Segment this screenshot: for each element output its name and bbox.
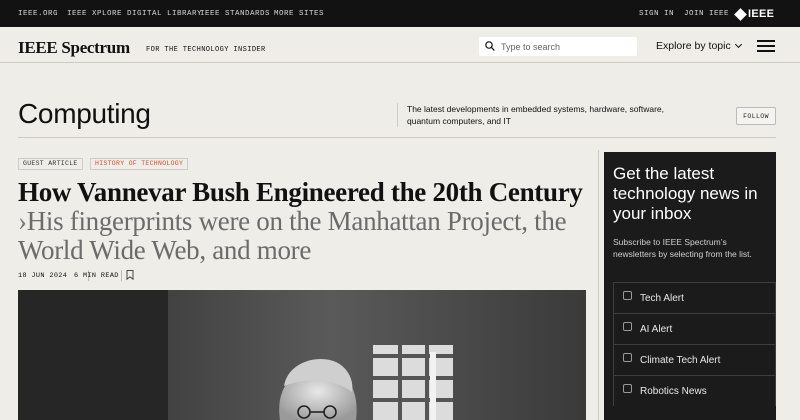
newsletter-option-robotics-news[interactable]: Robotics News xyxy=(613,375,776,406)
top-bar: IEEE.ORG IEEE XPLORE DIGITAL LIBRARY IEE… xyxy=(0,0,800,27)
link-ieee-org[interactable]: IEEE.ORG xyxy=(18,10,58,18)
ieee-logo-text: IEEE xyxy=(748,8,775,20)
ieee-diamond-icon xyxy=(734,7,747,21)
article-date: 18 JUN 2024 xyxy=(18,272,68,280)
article-title: How Vannevar Bush Engineered the 20th Ce… xyxy=(18,177,583,207)
follow-button[interactable]: FOLLOW xyxy=(736,107,776,125)
option-label: AI Alert xyxy=(640,323,673,335)
bookmark-icon[interactable] xyxy=(126,270,134,280)
option-label: Climate Tech Alert xyxy=(640,354,721,366)
sidebar-divider xyxy=(598,150,599,420)
checkbox[interactable] xyxy=(623,290,632,300)
checkbox[interactable] xyxy=(623,321,632,331)
article-headline[interactable]: How Vannevar Bush Engineered the 20th Ce… xyxy=(18,178,588,265)
spectrum-logo[interactable]: IEEE Spectrum xyxy=(18,38,130,58)
search-icon xyxy=(485,41,495,51)
site-header: IEEE Spectrum FOR THE TECHNOLOGY INSIDER… xyxy=(0,27,800,63)
tag-guest-article[interactable]: GUEST ARTICLE xyxy=(18,158,83,170)
newsletter-title: Get the latest technology news in your i… xyxy=(613,164,758,223)
explore-by-topic-dropdown[interactable]: Explore by topic xyxy=(656,40,742,52)
article-dek: His fingerprints were on the Manhattan P… xyxy=(18,206,567,265)
article-read-time: 6 MIN READ xyxy=(74,272,119,280)
site-tagline: FOR THE TECHNOLOGY INSIDER xyxy=(146,46,266,54)
checkbox[interactable] xyxy=(623,383,632,393)
option-label: Robotics News xyxy=(640,385,707,397)
meta-divider xyxy=(121,270,122,281)
option-label: Tech Alert xyxy=(640,292,684,304)
link-ieee-xplore[interactable]: IEEE XPLORE DIGITAL LIBRARY xyxy=(67,10,202,18)
section-title: Computing xyxy=(18,98,151,129)
link-more-sites[interactable]: MORE SITES xyxy=(274,10,324,18)
newsletter-option-ai-alert[interactable]: AI Alert xyxy=(613,313,776,344)
section-divider xyxy=(18,137,776,138)
join-ieee-link[interactable]: JOIN IEEE xyxy=(684,10,729,18)
hero-photo xyxy=(18,290,586,420)
search-input[interactable] xyxy=(501,39,631,54)
newsletter-options: Tech Alert AI Alert Climate Tech Alert R… xyxy=(613,282,776,406)
hamburger-icon[interactable] xyxy=(757,40,775,52)
headline-separator: › xyxy=(18,206,27,236)
tag-history-of-technology[interactable]: HISTORY OF TECHNOLOGY xyxy=(90,158,189,170)
sign-in-link[interactable]: SIGN IN xyxy=(639,10,674,18)
checkbox[interactable] xyxy=(623,352,632,362)
section-description: The latest developments in embedded syst… xyxy=(397,103,697,127)
ieee-logo[interactable]: IEEE xyxy=(734,7,775,21)
explore-label: Explore by topic xyxy=(656,40,731,52)
link-ieee-standards[interactable]: IEEE STANDARDS xyxy=(200,10,270,18)
chevron-down-icon xyxy=(734,40,742,49)
newsletter-signup: Get the latest technology news in your i… xyxy=(604,152,776,420)
search-box[interactable] xyxy=(479,37,637,56)
article-hero-image[interactable] xyxy=(18,290,586,420)
newsletter-option-tech-alert[interactable]: Tech Alert xyxy=(613,282,776,313)
newsletter-subtitle: Subscribe to IEEE Spectrum’s newsletters… xyxy=(613,237,752,259)
newsletter-option-climate-tech-alert[interactable]: Climate Tech Alert xyxy=(613,344,776,375)
